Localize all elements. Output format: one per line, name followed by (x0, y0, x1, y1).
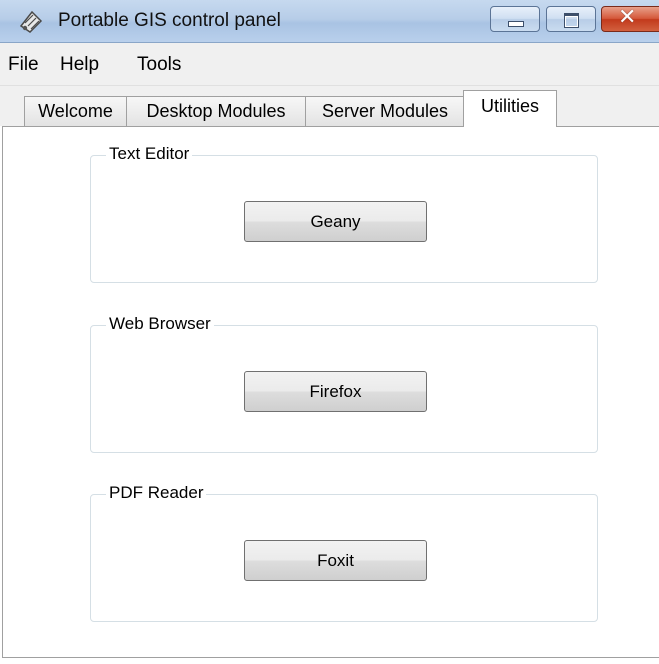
close-button[interactable]: ✕ (601, 5, 659, 32)
tab-utilities[interactable]: Utilities (463, 90, 557, 127)
web-browser-group: Web Browser Firefox (90, 314, 598, 453)
web-browser-group-title: Web Browser (106, 314, 214, 334)
maximize-icon (564, 13, 579, 28)
tab-welcome[interactable]: Welcome (24, 96, 127, 126)
firefox-button[interactable]: Firefox (244, 371, 427, 412)
close-icon: ✕ (618, 5, 637, 30)
window-title: Portable GIS control panel (58, 10, 281, 31)
text-editor-group-title: Text Editor (106, 144, 193, 164)
maximize-button[interactable] (546, 6, 596, 32)
geany-button[interactable]: Geany (244, 201, 427, 242)
minimize-icon (508, 21, 524, 27)
main-window: Portable GIS control panel ✕ File Help T… (0, 0, 659, 664)
tab-server-modules[interactable]: Server Modules (305, 96, 465, 126)
foxit-button[interactable]: Foxit (244, 540, 427, 581)
minimize-button[interactable] (490, 6, 540, 32)
menu-tools[interactable]: Tools (137, 54, 181, 76)
menu-file[interactable]: File (8, 54, 39, 76)
text-editor-group: Text Editor Geany (90, 144, 598, 283)
tab-desktop-modules[interactable]: Desktop Modules (126, 96, 306, 126)
pdf-reader-group: PDF Reader Foxit (90, 483, 598, 622)
menu-help[interactable]: Help (60, 54, 99, 76)
title-bar[interactable]: Portable GIS control panel ✕ (0, 0, 659, 43)
menu-bar: File Help Tools (0, 43, 659, 86)
gis-app-icon (18, 8, 44, 34)
pdf-reader-group-title: PDF Reader (106, 483, 207, 503)
